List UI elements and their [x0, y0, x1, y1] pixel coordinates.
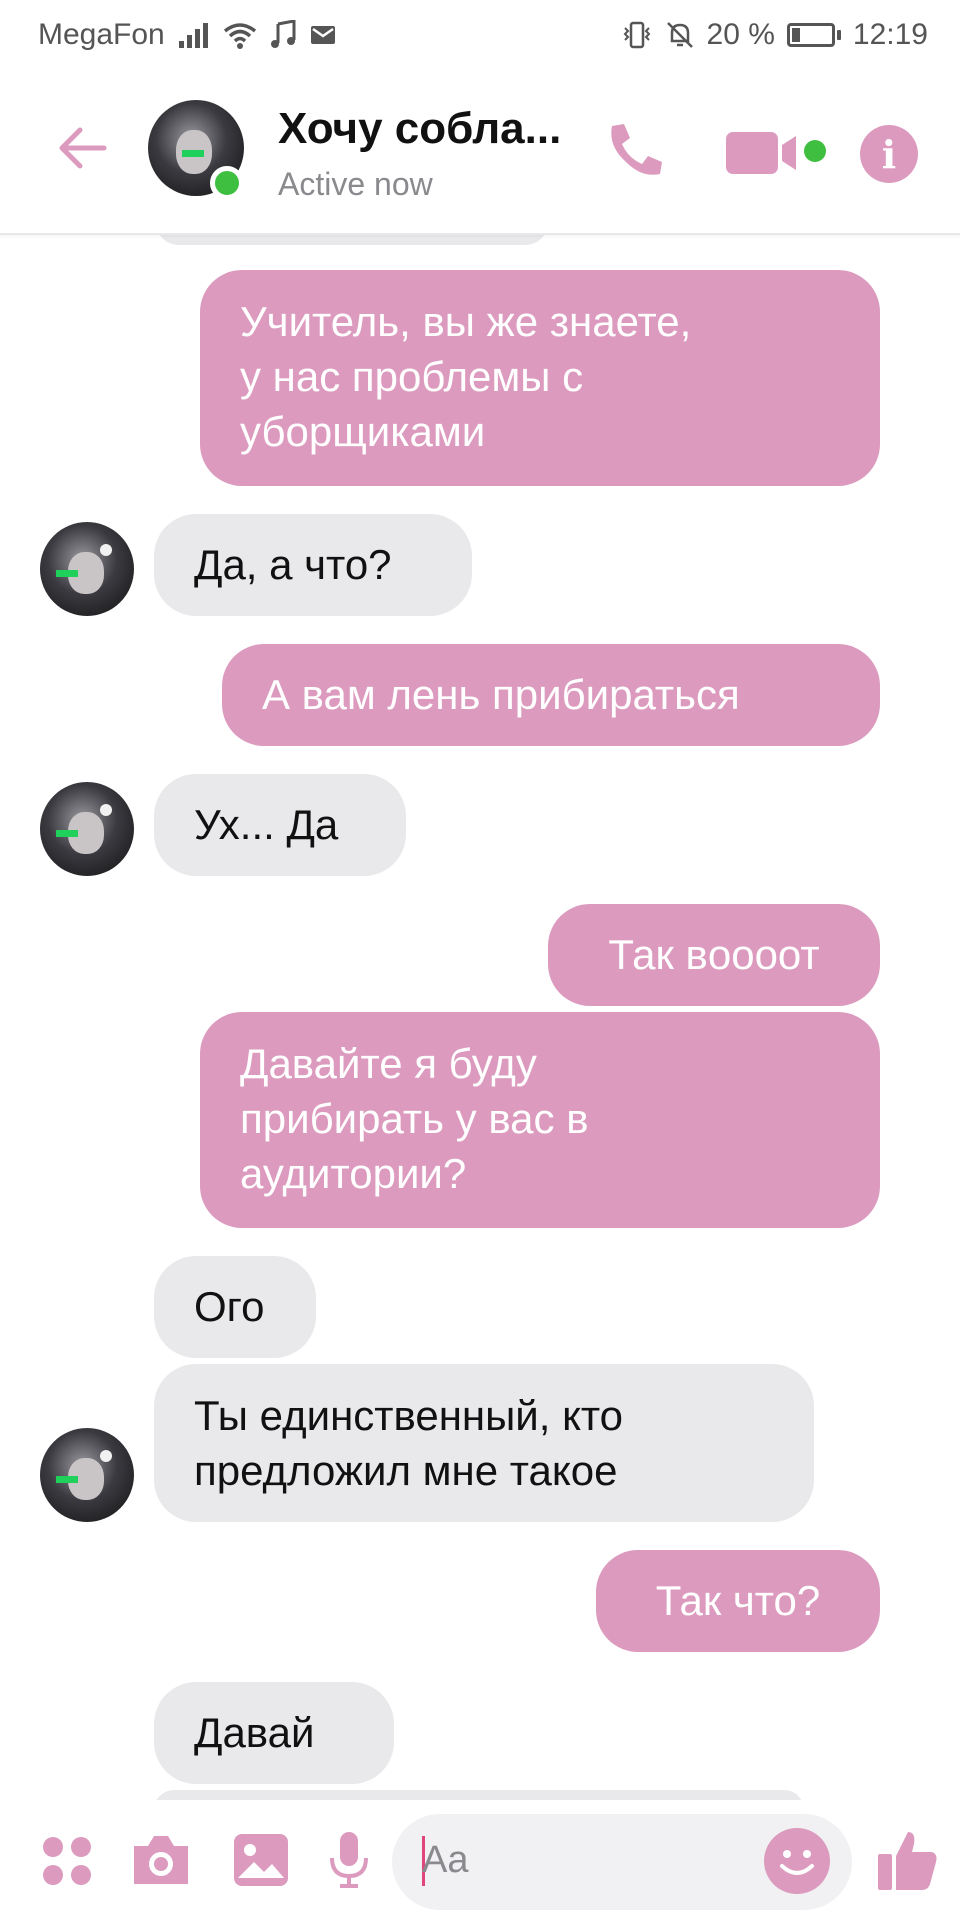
message-text: аудитории? — [240, 1150, 467, 1197]
microphone-icon[interactable] — [326, 1830, 372, 1895]
message-text: Давайте я буду — [240, 1040, 537, 1087]
message-text: А вам лень прибираться — [262, 671, 740, 718]
back-arrow-icon[interactable] — [52, 118, 112, 178]
message-bubble[interactable]: Учитель, вы же знаете, у нас проблемы с … — [200, 270, 880, 486]
message-text: Ого — [194, 1283, 265, 1330]
camera-icon[interactable] — [130, 1832, 192, 1893]
contact-avatar[interactable] — [40, 522, 134, 616]
apps-grid-icon[interactable] — [40, 1834, 94, 1893]
contact-name[interactable]: Хочу собла... — [278, 104, 561, 154]
contact-avatar[interactable] — [40, 782, 134, 876]
message-text: уборщиками — [240, 408, 486, 455]
gallery-icon[interactable] — [232, 1832, 290, 1893]
video-online-indicator — [804, 140, 826, 162]
message-bubble[interactable]: Ух... Да — [154, 774, 406, 876]
video-camera-icon[interactable] — [726, 128, 816, 178]
message-text: Учитель, вы же знаете, — [240, 298, 692, 345]
message-bubble[interactable]: Ого — [154, 1256, 316, 1358]
message-text: прибирать у вас в — [240, 1095, 589, 1142]
message-composer: Aa — [0, 1800, 960, 1920]
message-bubble[interactable]: Давайте я буду прибирать у вас в аудитор… — [200, 1012, 880, 1228]
contact-avatar[interactable] — [40, 1428, 134, 1522]
message-text: Давай — [194, 1709, 315, 1756]
input-placeholder: Aa — [422, 1839, 469, 1881]
message-text: Так что? — [655, 1577, 821, 1624]
message-bubble[interactable]: Ты единственный, кто предложил мне такое — [154, 1364, 814, 1522]
phone-icon[interactable] — [602, 118, 668, 184]
thumbs-up-icon[interactable] — [874, 1826, 942, 1899]
message-text: Ты единственный, кто — [194, 1392, 624, 1439]
message-bubble[interactable]: Так вoooот — [548, 904, 880, 1006]
message-input[interactable]: Aa — [392, 1814, 852, 1910]
active-status: Active now — [278, 166, 433, 202]
message-bubble[interactable]: Давай — [154, 1682, 394, 1784]
message-bubble[interactable]: Так что? — [596, 1550, 880, 1652]
message-text: предложил мне такое — [194, 1447, 618, 1494]
message-text: Так вoooот — [608, 931, 820, 978]
conversation-header: Хочу собла... Active now i — [0, 70, 960, 235]
message-text: Ух... Да — [194, 801, 339, 848]
online-indicator — [210, 166, 244, 200]
message-bubble[interactable]: А вам лень прибираться — [222, 644, 880, 746]
emoji-icon[interactable] — [764, 1828, 830, 1894]
info-icon[interactable]: i — [860, 125, 918, 183]
message-bubble[interactable]: Да, а что? — [154, 514, 472, 616]
message-list: Учитель, вы же знаете, у нас проблемы с … — [0, 0, 960, 1920]
message-text: у нас проблемы с — [240, 353, 584, 400]
message-text: Да, а что? — [194, 541, 392, 588]
